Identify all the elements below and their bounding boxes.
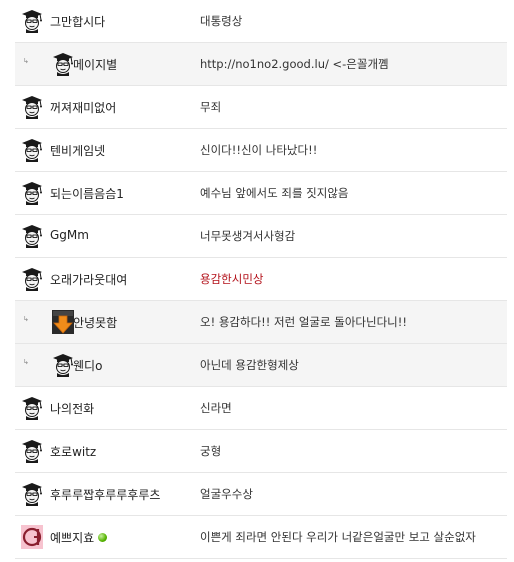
nickname-text: 그만합시다 — [50, 15, 106, 29]
comment-text: 아닌데 용감한형제상 — [200, 358, 299, 372]
nickname-text: 꺼져재미없어 — [50, 101, 117, 115]
comment-text: 신라면 — [200, 401, 232, 415]
reply-row: ↳ 웬디o 아닌데 용감한형제상 — [15, 344, 507, 387]
reply-row: ↳ 메이지별 http://no1no2.good.lu/ <-은꼴개꼠 — [15, 43, 507, 86]
nickname-text: 메이지별 — [73, 58, 118, 72]
comment-text: 예수님 앞에서도 죄를 짓지않음 — [200, 186, 349, 200]
nickname-link[interactable]: 예쁘지효 — [50, 529, 108, 546]
comment-list: 그만합시다 대통령상 ↳ 메이지별 http://no1no2.good.lu/ <-… — [15, 0, 507, 559]
nickname-text: 되는이름음슴1 — [50, 187, 124, 201]
comment-text: 오! 용감하다!! 저런 얼굴로 돌아다닌다니!! — [200, 315, 407, 329]
comment-row: 되는이름음슴1 예수님 앞에서도 죄를 짓지않음 — [15, 172, 507, 215]
comment-row: 나의전화 신라면 — [15, 387, 507, 430]
nickname-link[interactable]: 그만합시다 — [50, 13, 105, 30]
comment-text: http://no1no2.good.lu/ <-은꼴개꼠 — [200, 57, 389, 71]
nickname-link[interactable]: 후루루짭후루루후루츠 — [50, 486, 160, 503]
nickname-link[interactable]: 웬디o — [73, 357, 102, 374]
nickname-text: 예쁘지효 — [50, 531, 95, 545]
nickname-link[interactable]: 꺼져재미없어 — [50, 99, 116, 116]
nickname-link[interactable]: 텐비게임넷 — [50, 142, 105, 159]
comment-text: 용감한시민상 — [200, 272, 264, 286]
graduate-icon[interactable] — [21, 439, 43, 463]
comment-text: 무죄 — [200, 100, 222, 114]
comment-row: 예쁘지효 이쁜게 죄라면 안된다 우리가 너같은얼굴만 보고 살순없자 — [15, 516, 507, 559]
graduate-icon[interactable] — [52, 353, 74, 377]
graduate-icon[interactable] — [21, 396, 43, 420]
graduate-icon[interactable] — [21, 181, 43, 205]
nickname-link[interactable]: 안녕못함 — [73, 314, 117, 331]
nickname-text: 오래가라웃대여 — [50, 273, 128, 287]
nickname-link[interactable]: 호로witz — [50, 443, 96, 460]
comment-row: 후루루짭후루루후루츠 얼굴우수상 — [15, 473, 507, 516]
nickname-text: 웬디o — [73, 359, 103, 373]
comment-text: 이쁜게 죄라면 안된다 우리가 너같은얼굴만 보고 살순없자 — [200, 530, 476, 544]
comment-text: 궁형 — [200, 444, 222, 458]
comment-row: 호로witz 궁형 — [15, 430, 507, 473]
comment-row: 텐비게임넷 신이다!!신이 나타났다!! — [15, 129, 507, 172]
nickname-text: 텐비게임넷 — [50, 144, 106, 158]
graduate-icon[interactable] — [21, 224, 43, 248]
comment-row: GgMm 너무못생겨서사형감 — [15, 215, 507, 258]
nickname-text: GgMm — [50, 228, 89, 242]
nickname-text: 안녕못함 — [73, 316, 118, 330]
comment-text: 대통령상 — [200, 14, 243, 28]
reply-indicator-icon: ↳ — [23, 358, 29, 366]
nickname-text: 호로witz — [50, 445, 97, 459]
nickname-link[interactable]: 오래가라웃대여 — [50, 271, 127, 288]
comment-row: 오래가라웃대여 용감한시민상 — [15, 258, 507, 301]
nickname-link[interactable]: GgMm — [50, 228, 89, 242]
reply-indicator-icon: ↳ — [23, 57, 29, 65]
graduate-icon[interactable] — [21, 267, 43, 291]
comment-row: 그만합시다 대통령상 — [15, 0, 507, 43]
comment-text: 얼굴우수상 — [200, 487, 253, 501]
comment-text: 너무못생겨서사형감 — [200, 229, 296, 243]
graduate-icon[interactable] — [21, 138, 43, 162]
online-status-icon — [98, 533, 108, 542]
reply-indicator-icon: ↳ — [23, 315, 29, 323]
nickname-text: 나의전화 — [50, 402, 95, 416]
comment-text: 신이다!!신이 나타났다!! — [200, 143, 318, 157]
pink-char-avatar-icon[interactable] — [21, 525, 43, 549]
graduate-icon[interactable] — [52, 52, 74, 76]
nickname-link[interactable]: 나의전화 — [50, 400, 94, 417]
nickname-link[interactable]: 되는이름음슴1 — [50, 185, 124, 202]
graduate-icon[interactable] — [21, 95, 43, 119]
comment-row: 꺼져재미없어 무죄 — [15, 86, 507, 129]
graduate-icon[interactable] — [21, 9, 43, 33]
arrow-avatar-icon[interactable] — [52, 310, 74, 334]
reply-row: ↳ 안녕못함 오! 용감하다!! 저런 얼굴로 돌아다닌다니!! — [15, 301, 507, 344]
nickname-text: 후루루짭후루루후루츠 — [50, 488, 161, 502]
nickname-link[interactable]: 메이지별 — [73, 56, 117, 73]
graduate-icon[interactable] — [21, 482, 43, 506]
